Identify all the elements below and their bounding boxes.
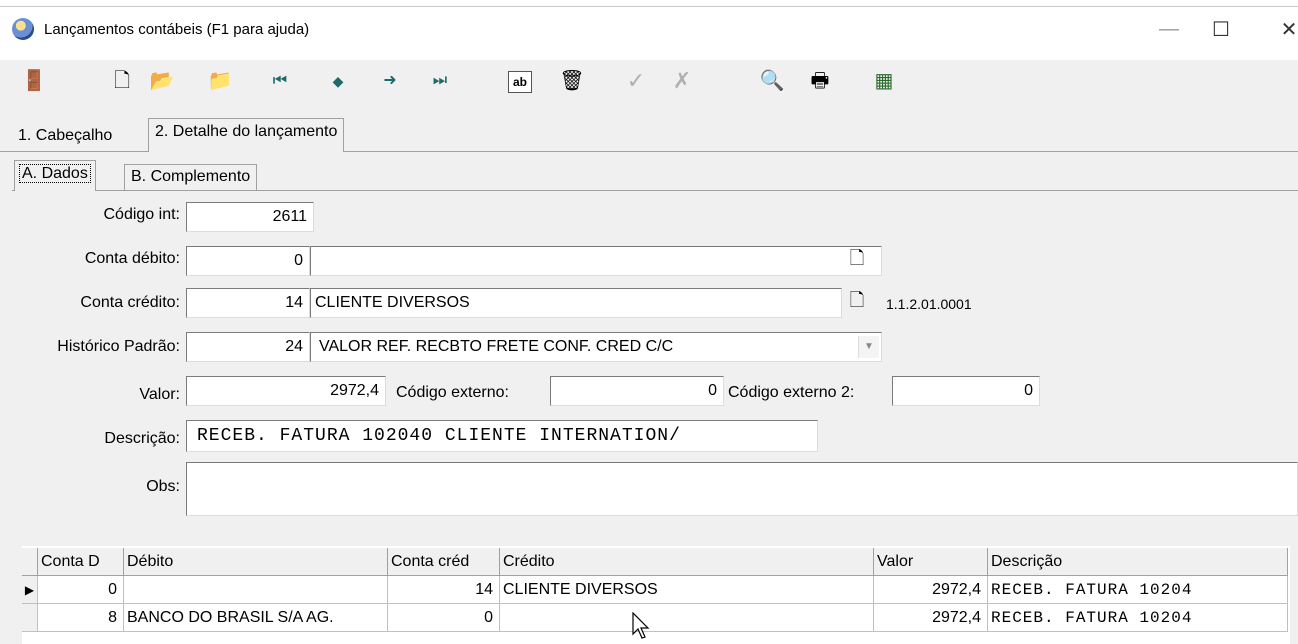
cancel-x-icon[interactable]: ✗ [668, 64, 696, 98]
column-header-credito[interactable]: Crédito [500, 548, 874, 576]
table-cell-conta-d[interactable]: 8 [38, 604, 124, 632]
open-folder-icon[interactable]: 📂 [148, 64, 176, 98]
tab-complemento[interactable]: B. Complemento [124, 164, 258, 191]
valor-label: Valor: [139, 386, 180, 403]
mouse-cursor-icon [632, 612, 650, 639]
window-top-edge [0, 0, 1298, 7]
codigo-externo-label: Código externo: [396, 384, 509, 401]
descricao-label: Descrição: [104, 430, 180, 447]
search-preview-icon[interactable]: 🔍 [758, 64, 786, 98]
table-cell-debito[interactable]: BANCO DO BRASIL S/A AG. [124, 604, 388, 632]
table-cell-valor[interactable]: 2972,4 [874, 604, 988, 632]
table-cell-conta-cred[interactable]: 0 [388, 604, 500, 632]
table-cell-credito[interactable] [500, 604, 874, 632]
new-doc-icon[interactable]: 🗋 [108, 64, 136, 98]
first-record-icon[interactable]: ⏮ [266, 64, 294, 98]
codigo-externo-2-field[interactable]: 0 [892, 376, 1040, 406]
tab-detalhe-lancamento[interactable]: 2. Detalhe do lançamento [148, 118, 345, 152]
chevron-down-icon[interactable]: ▼ [858, 336, 879, 358]
column-header-conta-d[interactable]: Conta D [38, 548, 124, 576]
table-cell-conta-d[interactable]: 0 [38, 576, 124, 604]
confirm-check-icon[interactable]: ✓ [622, 64, 650, 98]
column-header-debito[interactable]: Débito [124, 548, 388, 576]
edit-ab-icon[interactable]: ab [508, 71, 532, 93]
table-cell-debito[interactable] [124, 576, 388, 604]
table-cell-descricao[interactable]: RECEB. FATURA 10204 [988, 604, 1288, 632]
row-selector[interactable] [22, 604, 38, 632]
codigo-externo-2-label: Código externo 2: [728, 384, 855, 401]
codigo-int-label: Código int: [103, 206, 181, 223]
conta-credito-code: 1.1.2.01.0001 [886, 296, 972, 312]
conta-credito-label: Conta crédito: [80, 294, 180, 311]
column-header-conta-cred[interactable]: Conta créd [388, 548, 500, 576]
table-cell-credito[interactable]: CLIENTE DIVERSOS [500, 576, 874, 604]
conta-debito-number[interactable]: 0 [186, 246, 310, 276]
app-icon [12, 18, 34, 40]
tab-dados-label: A. Dados [19, 164, 91, 183]
tab-cabecalho[interactable]: 1. Cabeçalho [18, 127, 112, 145]
column-header-descricao[interactable]: Descrição [988, 548, 1288, 576]
tab-dados[interactable]: A. Dados [14, 160, 96, 191]
table-cell-descricao[interactable]: RECEB. FATURA 10204 [988, 576, 1288, 604]
conta-credito-number[interactable]: 14 [186, 288, 310, 318]
exit-icon[interactable]: 🚪 [20, 64, 48, 98]
row-indicator-icon[interactable]: ▶ [22, 576, 38, 604]
column-header-valor[interactable]: Valor [874, 548, 988, 576]
obs-field[interactable] [186, 462, 1298, 516]
table-cell-conta-cred[interactable]: 14 [388, 576, 500, 604]
historico-padrao-label: Histórico Padrão: [57, 338, 180, 355]
grid-corner [22, 548, 38, 576]
conta-credito-lookup-icon[interactable]: 🗋 [846, 290, 868, 314]
table-cell-valor[interactable]: 2972,4 [874, 576, 988, 604]
conta-credito-description[interactable]: CLIENTE DIVERSOS [310, 288, 842, 318]
next-record-icon[interactable]: ➜ [376, 64, 404, 98]
descricao-field[interactable]: RECEB. FATURA 102040 CLIENTE INTERNATION… [186, 420, 818, 452]
valor-field[interactable]: 2972,4 [186, 376, 386, 406]
historico-padrao-select[interactable]: VALOR REF. RECBTO FRETE CONF. CRED C/C [310, 332, 882, 362]
conta-debito-label: Conta débito: [84, 250, 180, 267]
calculator-icon[interactable]: ▦ [870, 64, 898, 98]
historico-padrao-number[interactable]: 24 [186, 332, 310, 362]
prev-record-icon[interactable]: ◆ [324, 64, 352, 98]
folder-up-icon[interactable]: 📁 [206, 64, 234, 98]
codigo-externo-field[interactable]: 0 [550, 376, 724, 406]
conta-debito-lookup-icon[interactable]: 🗋 [846, 248, 868, 272]
codigo-int-field[interactable]: 2611 [186, 202, 314, 232]
trash-icon[interactable]: 🗑 [558, 64, 586, 98]
printer-icon[interactable]: 🖶 [806, 64, 834, 98]
last-record-icon[interactable]: ⏭ [426, 64, 454, 98]
minimize-button[interactable]: — [1146, 12, 1192, 46]
maximize-button[interactable]: ☐ [1198, 12, 1244, 46]
window-title: Lançamentos contábeis (F1 para ajuda) [44, 21, 310, 38]
obs-label: Obs: [146, 478, 180, 495]
conta-debito-description[interactable] [310, 246, 882, 276]
close-button[interactable]: ✕ [1266, 12, 1298, 46]
